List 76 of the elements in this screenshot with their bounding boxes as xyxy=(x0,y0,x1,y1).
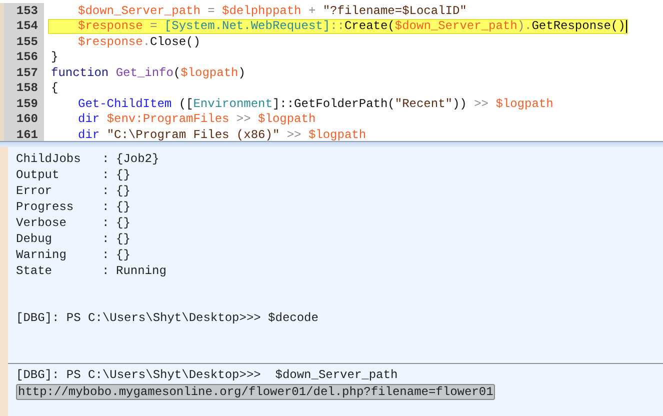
code-token: $response xyxy=(78,19,143,34)
code-token: = xyxy=(149,19,158,34)
code-token: "Recent" xyxy=(394,96,452,111)
line-number: 154 xyxy=(16,19,38,34)
line-number: 156 xyxy=(16,50,38,64)
output-text: http://mybobo.mygamesonline.org/flower01/del.php?filename=flower01 xyxy=(16,384,496,400)
property-name: Error xyxy=(16,184,54,198)
code-token: ) xyxy=(238,66,246,80)
code-token: "C:\Program Files (x86)" xyxy=(106,128,280,141)
code-token: Create( xyxy=(344,19,395,34)
property-separator: : xyxy=(102,232,110,246)
property-separator: : xyxy=(102,200,110,214)
code-token: $logpath xyxy=(258,112,316,126)
code-token: :: xyxy=(330,19,344,34)
line-number: 159 xyxy=(16,96,38,111)
property-value: {} xyxy=(116,168,130,182)
line-number: 161 xyxy=(16,128,38,141)
property-separator: : xyxy=(102,168,110,182)
property-value: {} xyxy=(116,248,130,262)
code-token: )) xyxy=(452,96,467,111)
code-token: >> xyxy=(235,112,252,126)
property-value: Running xyxy=(116,264,166,278)
property-name: ChildJobs xyxy=(16,152,82,166)
code-token: Close() xyxy=(150,34,200,49)
property-name: Warning xyxy=(16,248,68,262)
property-separator: : xyxy=(102,264,110,278)
property-value: {} xyxy=(116,200,130,214)
code-token: + xyxy=(307,4,317,18)
code-token: } xyxy=(51,50,58,64)
code-token: = xyxy=(206,4,216,18)
code-token: Environment xyxy=(193,96,272,111)
property-name: Output xyxy=(16,168,60,182)
property-separator: : xyxy=(102,216,110,230)
code-token: $logpath xyxy=(180,66,238,80)
line-number: 158 xyxy=(16,81,38,96)
command-prompt: [DBG]: PS C:\Users\Shyt\Desktop>>> $down_Server_path xyxy=(16,368,398,382)
code-token: $delphppath xyxy=(222,4,302,18)
code-token: ( xyxy=(173,66,181,80)
line-number: 160 xyxy=(16,112,38,126)
line-number: 153 xyxy=(16,4,38,18)
code-editor[interactable] xyxy=(0,0,663,141)
line-number: 157 xyxy=(16,66,38,80)
line-number: 155 xyxy=(16,34,38,49)
code-token: Get_info xyxy=(116,66,174,80)
code-token: GetResponse() xyxy=(532,19,626,34)
property-value: {} xyxy=(116,232,130,246)
property-name: State xyxy=(16,264,54,278)
code-token: $logpath xyxy=(496,96,554,111)
code-token: >> xyxy=(286,128,302,141)
console-prompt: [DBG]: PS C:\Users\Shyt\Desktop>>> $decode xyxy=(16,311,320,325)
code-token: [System.Net.WebRequest] xyxy=(164,19,330,34)
code-token: "?filename=$LocalID" xyxy=(322,4,467,18)
code-token: $down_Server_path xyxy=(78,4,200,18)
code-token: >> xyxy=(473,96,490,111)
property-separator: : xyxy=(102,248,110,262)
code-token: $env:ProgramFiles xyxy=(106,112,230,126)
code-token: ). xyxy=(517,19,532,34)
code-token: { xyxy=(51,81,58,96)
property-separator: : xyxy=(102,184,110,198)
code-token: ]::GetFolderPath( xyxy=(272,96,395,111)
code-token: . xyxy=(142,34,150,49)
code-token: ([ xyxy=(178,96,194,111)
code-token: $response xyxy=(78,34,143,49)
code-token: dir xyxy=(78,112,101,126)
property-name: Progress xyxy=(16,200,75,214)
property-separator: : xyxy=(102,152,110,166)
property-value: {} xyxy=(116,216,130,230)
code-token: $down_Server_path xyxy=(394,19,518,34)
property-name: Debug xyxy=(16,232,54,246)
code-token: Get-ChildItem xyxy=(78,96,172,111)
code-token: dir xyxy=(78,128,101,141)
property-value: {Job2} xyxy=(116,152,160,166)
code-token: function xyxy=(51,66,110,80)
property-name: Verbose xyxy=(16,216,68,230)
property-value: {} xyxy=(116,184,130,198)
code-token: $logpath xyxy=(308,128,366,141)
